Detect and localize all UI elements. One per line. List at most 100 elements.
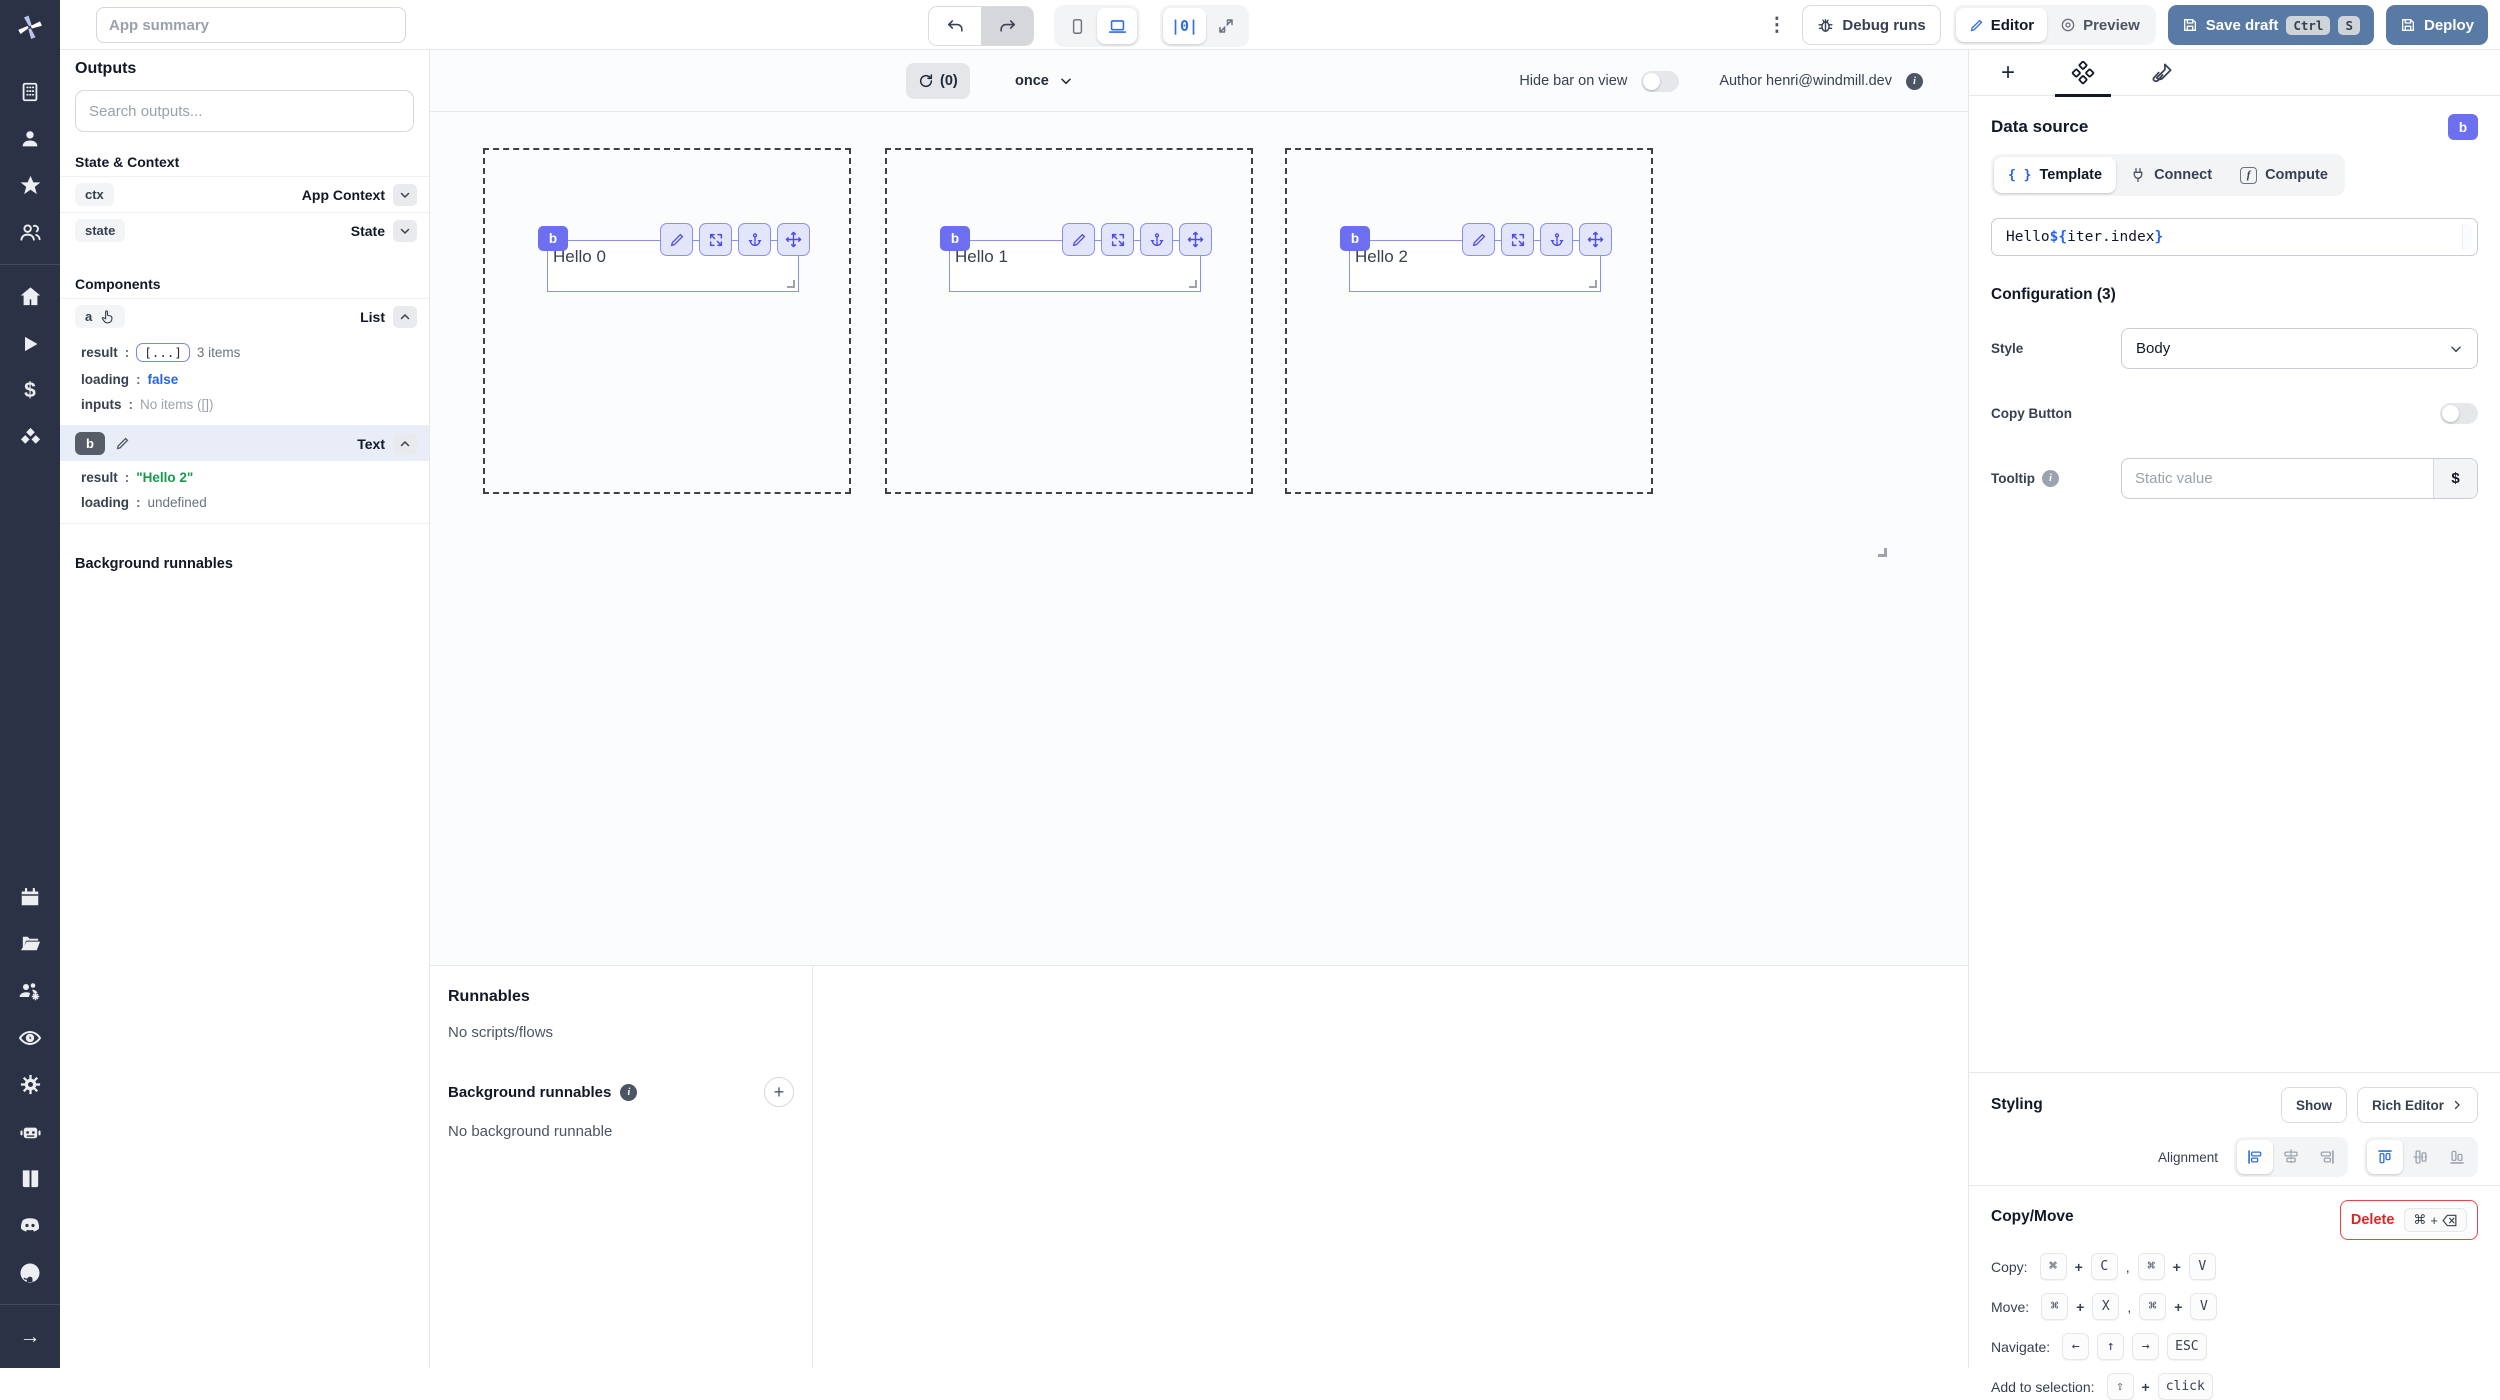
collapse-arrow-icon[interactable]: → bbox=[0, 1313, 60, 1360]
ai-robot-icon[interactable] bbox=[0, 1108, 60, 1155]
align-left-button[interactable] bbox=[2237, 1140, 2273, 1174]
deploy-button[interactable]: Deploy bbox=[2385, 5, 2488, 45]
list-cell-0[interactable]: b Hello 0 bbox=[483, 148, 851, 494]
workers-users-gear-icon[interactable] bbox=[0, 967, 60, 1014]
align-top-button[interactable] bbox=[2367, 1140, 2403, 1174]
delete-button[interactable]: Delete ⌘ + bbox=[2339, 1200, 2478, 1240]
debug-runs-button[interactable]: Debug runs bbox=[1802, 5, 1941, 45]
dynamic-value-button[interactable]: $ bbox=[2433, 459, 2477, 498]
tab-editor[interactable]: Editor bbox=[1955, 8, 2048, 42]
component-resize-handle[interactable] bbox=[1589, 280, 1597, 288]
windmill-logo-icon[interactable] bbox=[15, 12, 45, 42]
ctx-chevron-down-icon[interactable] bbox=[393, 183, 417, 206]
folders-icon[interactable] bbox=[0, 920, 60, 967]
state-row[interactable]: state State bbox=[60, 212, 429, 248]
component-resize-handle[interactable] bbox=[787, 280, 795, 288]
component-resize-handle[interactable] bbox=[1189, 280, 1197, 288]
undo-button[interactable] bbox=[929, 7, 981, 45]
chevron-down-icon bbox=[1061, 78, 1071, 85]
move-icon[interactable] bbox=[1179, 223, 1212, 256]
docs-book-icon[interactable] bbox=[0, 1155, 60, 1202]
discord-icon[interactable] bbox=[0, 1202, 60, 1249]
text-component-1[interactable]: b Hello 1 bbox=[940, 223, 1212, 292]
resources-cubes-icon[interactable] bbox=[0, 414, 60, 461]
tab-component-settings[interactable] bbox=[2055, 50, 2112, 97]
state-chevron-down-icon[interactable] bbox=[393, 219, 417, 242]
tooltip-info-icon[interactable]: i bbox=[2041, 470, 2059, 487]
list-cell-1[interactable]: b Hello 1 bbox=[885, 148, 1253, 494]
expand-array-chip[interactable]: [...] bbox=[136, 343, 190, 362]
author-info-icon[interactable]: i bbox=[1906, 72, 1923, 90]
tab-template[interactable]: { } Template bbox=[1994, 157, 2117, 193]
runs-play-icon[interactable] bbox=[0, 320, 60, 367]
align-right-button[interactable] bbox=[2309, 1140, 2345, 1174]
favorites-star-icon[interactable] bbox=[0, 162, 60, 209]
bug-icon bbox=[1818, 18, 1833, 32]
audit-eye-icon[interactable] bbox=[0, 1014, 60, 1061]
list-cell-2[interactable]: b Hello 2 bbox=[1285, 148, 1653, 494]
show-styling-button[interactable]: Show bbox=[2280, 1087, 2347, 1123]
mobile-view-button[interactable] bbox=[1057, 8, 1097, 44]
app-summary-input[interactable] bbox=[96, 7, 406, 43]
tab-insert-component[interactable]: + bbox=[1997, 50, 2019, 96]
expand-icon[interactable] bbox=[699, 223, 732, 256]
a-result-row[interactable]: result: [...] 3 items bbox=[60, 338, 429, 367]
search-outputs-input[interactable] bbox=[75, 90, 414, 132]
component-a-row[interactable]: a List bbox=[60, 298, 429, 334]
schedule-dropdown[interactable]: once bbox=[1015, 63, 1073, 99]
align-bottom-button[interactable] bbox=[2439, 1140, 2475, 1174]
canvas-grid[interactable]: b Hello 0 b Hello 1 b Hello 2 bbox=[430, 112, 1968, 965]
edit-pencil-icon[interactable] bbox=[1462, 223, 1495, 256]
github-icon[interactable] bbox=[0, 1249, 60, 1296]
copy-button-label: Copy Button bbox=[1991, 406, 2072, 421]
hide-bar-label: Hide bar on view bbox=[1519, 73, 1628, 89]
redo-button[interactable] bbox=[981, 7, 1033, 45]
outputs-panel: Outputs State & Context ctx App Context … bbox=[60, 50, 430, 1368]
ctx-id-chip: ctx bbox=[75, 183, 114, 206]
user-icon[interactable] bbox=[0, 115, 60, 162]
align-center-horizontal-button[interactable] bbox=[2273, 1140, 2309, 1174]
anchor-icon[interactable] bbox=[1140, 223, 1173, 256]
tab-preview[interactable]: Preview bbox=[2047, 8, 2153, 42]
move-icon[interactable] bbox=[1579, 223, 1612, 256]
variables-dollar-icon[interactable]: $ bbox=[0, 367, 60, 414]
guides-button[interactable]: |0| bbox=[1163, 8, 1207, 44]
ctx-row[interactable]: ctx App Context bbox=[60, 176, 429, 212]
groups-icon[interactable] bbox=[0, 209, 60, 256]
align-center-vertical-button[interactable] bbox=[2403, 1140, 2439, 1174]
tooltip-input[interactable] bbox=[2122, 470, 2433, 487]
more-menu-icon[interactable]: ⋮ bbox=[1763, 14, 1790, 37]
tab-connect[interactable]: Connect bbox=[2116, 157, 2226, 193]
bg-runnables-info-icon[interactable]: i bbox=[620, 1083, 638, 1101]
add-background-runnable-button[interactable]: + bbox=[764, 1077, 794, 1107]
tab-styling-brush[interactable] bbox=[2147, 50, 2178, 96]
copy-button-toggle[interactable] bbox=[2440, 403, 2478, 424]
component-a-chevron-up-icon[interactable] bbox=[393, 305, 417, 328]
anchor-icon[interactable] bbox=[1540, 223, 1573, 256]
refresh-count-button[interactable]: (0) bbox=[906, 63, 970, 99]
save-draft-button[interactable]: Save draft Ctrl S bbox=[2167, 5, 2374, 45]
hide-bar-toggle[interactable] bbox=[1641, 70, 1680, 92]
move-icon[interactable] bbox=[777, 223, 810, 256]
home-icon[interactable] bbox=[0, 273, 60, 320]
style-select[interactable]: Body bbox=[2121, 328, 2478, 369]
anchor-icon[interactable] bbox=[738, 223, 771, 256]
settings-gear-icon[interactable] bbox=[0, 1061, 60, 1108]
component-b-chevron-up-icon[interactable] bbox=[393, 432, 417, 455]
workspace-building-icon[interactable] bbox=[0, 68, 60, 115]
expand-icon[interactable] bbox=[1101, 223, 1134, 256]
fullscreen-button[interactable] bbox=[1206, 8, 1246, 44]
template-expression-input[interactable]: Hello ${iter.index} bbox=[1991, 218, 2478, 256]
grid-resize-handle[interactable] bbox=[1878, 548, 1887, 557]
text-component-2[interactable]: b Hello 2 bbox=[1340, 223, 1612, 292]
rich-editor-button[interactable]: Rich Editor bbox=[2356, 1087, 2478, 1123]
text-component-0[interactable]: b Hello 0 bbox=[538, 223, 810, 292]
schedules-calendar-icon[interactable] bbox=[0, 873, 60, 920]
expand-icon[interactable] bbox=[1501, 223, 1534, 256]
edit-pencil-icon[interactable] bbox=[660, 223, 693, 256]
component-b-row[interactable]: b Text bbox=[60, 425, 429, 461]
edit-pencil-icon[interactable] bbox=[1062, 223, 1095, 256]
desktop-view-button[interactable] bbox=[1097, 8, 1137, 44]
tab-compute[interactable]: f Compute bbox=[2226, 157, 2342, 193]
rename-pencil-icon[interactable] bbox=[115, 436, 130, 451]
